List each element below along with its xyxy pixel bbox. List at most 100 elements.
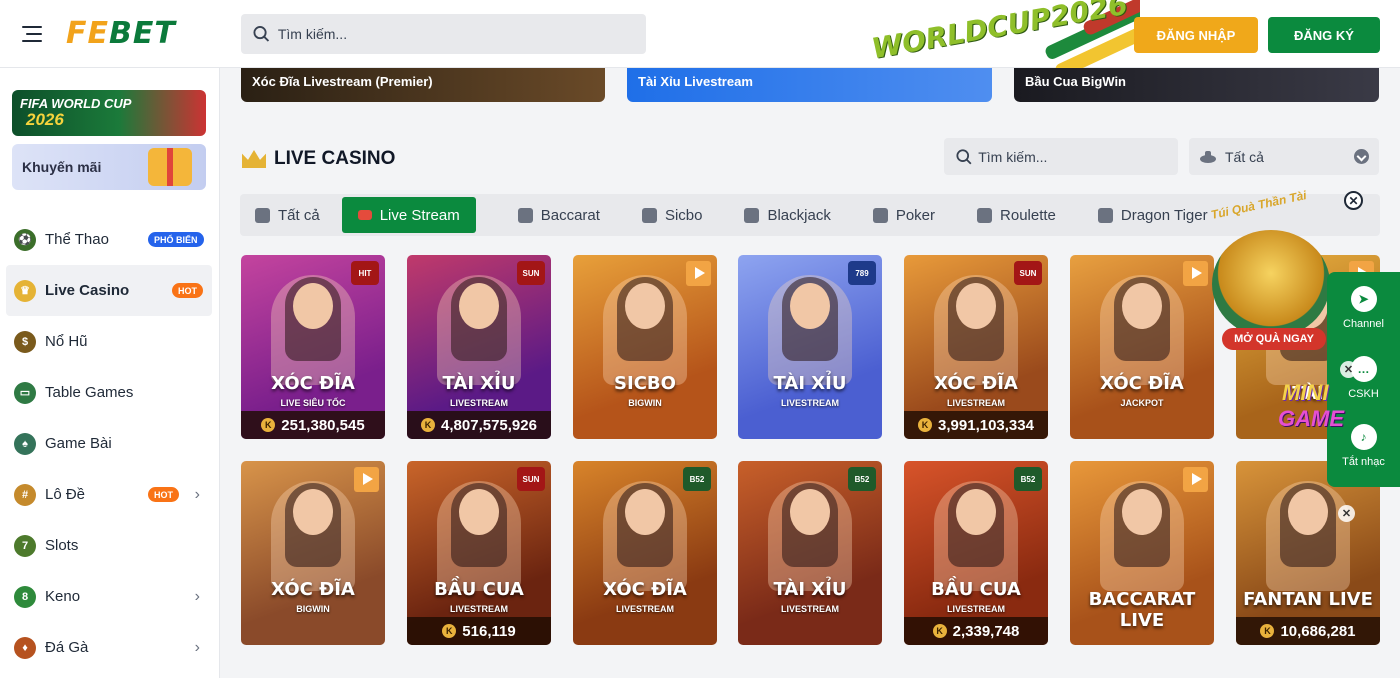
main-content: Xóc Đĩa Livestream (Premier) Tài Xỉu Liv… (220, 68, 1400, 678)
chevron-down-icon (1354, 149, 1369, 164)
tab-poker[interactable]: Poker (872, 197, 935, 233)
hot-badge: HOT (148, 487, 179, 502)
login-button[interactable]: ĐĂNG NHẬP (1134, 17, 1258, 53)
game-card[interactable]: XÓC ĐĨA JACKPOT (1070, 255, 1214, 439)
game-subtitle: LIVESTREAM (780, 398, 839, 408)
roulette-icon (977, 207, 993, 223)
tab-dragon-tiger[interactable]: Dragon Tiger (1097, 197, 1208, 233)
lottery-icon: # (14, 483, 36, 506)
sidebar-item-game-bai[interactable]: ♠ Game Bài (0, 418, 219, 469)
close-icon[interactable]: ✕ (1344, 191, 1363, 210)
telegram-icon: ➤ (1350, 286, 1377, 312)
game-card[interactable]: SUN XÓC ĐĨA LIVESTREAM K 3,991,103,334 (904, 255, 1048, 439)
sidebar-item-lo-de[interactable]: # Lô Đề HOT › (0, 469, 219, 520)
dealer-image (956, 489, 996, 535)
sidebar-item-da-ga[interactable]: ♦ Đá Gà › (0, 622, 219, 673)
game-subtitle: BIGWIN (296, 604, 330, 614)
game-card[interactable]: XÓC ĐĨA BIGWIN (241, 461, 385, 645)
channel-button[interactable]: ➤ Channel (1327, 286, 1400, 330)
game-card[interactable]: SUN BẦU CUA LIVESTREAM K 516,119 (407, 461, 551, 645)
game-title: TÀI XỈU (773, 579, 847, 600)
sidebar-item-keno[interactable]: 8 Keno › (0, 571, 219, 622)
worldcup-promo-banner[interactable]: FIFA WORLD CUP 2026 (12, 90, 206, 136)
tab-sicbo[interactable]: Sicbo (641, 197, 702, 233)
game-title: XÓC ĐĨA (271, 579, 355, 600)
jackpot-value: 251,380,545 (281, 416, 365, 434)
sidebar: FIFA WORLD CUP 2026 Khuyến mãi ⚽ Thể Tha… (0, 68, 220, 678)
game-subtitle: JACKPOT (1120, 398, 1164, 408)
dealer-image (293, 489, 333, 535)
search-icon (956, 148, 972, 164)
dealer-image (790, 283, 830, 329)
chevron-right-icon: › (194, 485, 200, 503)
game-title: TÀI XỈU (773, 373, 847, 394)
game-card[interactable]: B52 XÓC ĐĨA LIVESTREAM (573, 461, 717, 645)
dealer-image (625, 489, 665, 535)
game-title: BẦU CUA (931, 579, 1021, 600)
jackpot-bar: K 251,380,545 (241, 411, 385, 439)
provider-logo-icon: B52 (848, 467, 876, 491)
tab-blackjack[interactable]: Blackjack (744, 197, 831, 233)
sidebar-item-no-hu[interactable]: $ Nổ Hũ (0, 316, 219, 367)
live-icon (357, 210, 372, 220)
close-icon[interactable]: ✕ (1340, 361, 1357, 378)
coin-icon: K (932, 624, 947, 638)
game-card[interactable]: 789 TÀI XỈU LIVESTREAM (738, 255, 882, 439)
game-card[interactable]: B52 TÀI XỈU LIVESTREAM (738, 461, 882, 645)
game-card[interactable]: B52 BẦU CUA LIVESTREAM K 2,339,748 (904, 461, 1048, 645)
header-search-input[interactable] (277, 26, 646, 42)
header-search-bar[interactable] (241, 14, 646, 54)
tab-live-stream[interactable]: Live Stream (341, 197, 476, 233)
provider-filter-select[interactable]: Tất cả (1189, 138, 1379, 175)
coin-icon: K (421, 418, 436, 432)
chevron-right-icon: › (194, 587, 200, 605)
jackpot-bar: K 516,119 (407, 617, 551, 645)
hamburger-menu-icon[interactable] (20, 22, 44, 46)
dealer-image (625, 283, 665, 329)
game-title: XÓC ĐĨA (271, 373, 355, 394)
game-card[interactable]: HIT XÓC ĐĨA LIVE SIÊU TỐC K 251,380,545 (241, 255, 385, 439)
mini-game-launcher[interactable]: MINI GAME (1276, 378, 1372, 452)
jackpot-bar: K 4,807,575,926 (407, 411, 551, 439)
sidebar-item-live-casino[interactable]: ♛ Live Casino HOT (6, 265, 212, 316)
game-search-input[interactable] (978, 148, 1178, 165)
gold-pot-icon (1212, 230, 1330, 338)
game-title: TÀI XỈU (442, 373, 516, 394)
popular-badge: PHỔ BIẾN (148, 232, 204, 247)
sidebar-item-slots[interactable]: 7 Slots (0, 520, 219, 571)
sidebar-item-the-thao[interactable]: ⚽ Thể Thao PHỔ BIẾN (0, 214, 219, 265)
top-game-strip[interactable]: Tài Xỉu Livestream (627, 68, 992, 102)
provider-logo-icon: SUN (517, 261, 545, 285)
jackpot-value: 2,339,748 (952, 622, 1020, 640)
register-button[interactable]: ĐĂNG KÝ (1268, 17, 1380, 53)
game-subtitle: LIVESTREAM (946, 604, 1005, 614)
rooster-icon: ♦ (14, 636, 36, 659)
promotion-banner[interactable]: Khuyến mãi (12, 144, 206, 190)
top-game-strip[interactable]: Xóc Đĩa Livestream (Premier) (241, 68, 605, 102)
filter-icon (255, 207, 270, 223)
top-game-strip[interactable]: Bầu Cua BigWin (1014, 68, 1379, 102)
table-icon: ▭ (14, 381, 36, 404)
tab-roulette[interactable]: Roulette (977, 197, 1056, 233)
crown-icon (242, 150, 266, 168)
dealer-image (956, 283, 996, 329)
close-icon[interactable]: ✕ (1338, 505, 1355, 522)
lucky-bag-promo[interactable]: Túi Quà Thần Tài MỞ QUÀ NGAY (1200, 188, 1340, 366)
sidebar-item-table-games[interactable]: ▭ Table Games (0, 367, 219, 418)
tab-baccarat[interactable]: Baccarat (517, 197, 600, 233)
provider-logo-icon: B52 (683, 467, 711, 491)
game-subtitle: LIVE SIÊU TỐC (280, 398, 346, 408)
keno-ball-icon: 8 (14, 585, 36, 608)
open-gift-button[interactable]: MỞ QUÀ NGAY (1222, 328, 1326, 350)
site-logo[interactable]: FEBET (66, 16, 176, 51)
jackpot-value: 4,807,575,926 (441, 416, 537, 434)
game-card[interactable]: SICBO BIGWIN (573, 255, 717, 439)
gift-box-icon (148, 148, 192, 186)
game-card[interactable]: FANTAN LIVE K 10,686,281 (1236, 461, 1380, 645)
game-card[interactable]: SUN TÀI XỈU LIVESTREAM K 4,807,575,926 (407, 255, 551, 439)
dice-icon (641, 207, 657, 223)
game-title: FANTAN LIVE (1243, 589, 1373, 610)
game-search-bar[interactable] (944, 138, 1178, 175)
tab-all[interactable]: Tất cả (255, 197, 320, 233)
game-card[interactable]: BACCARAT LIVE (1070, 461, 1214, 645)
